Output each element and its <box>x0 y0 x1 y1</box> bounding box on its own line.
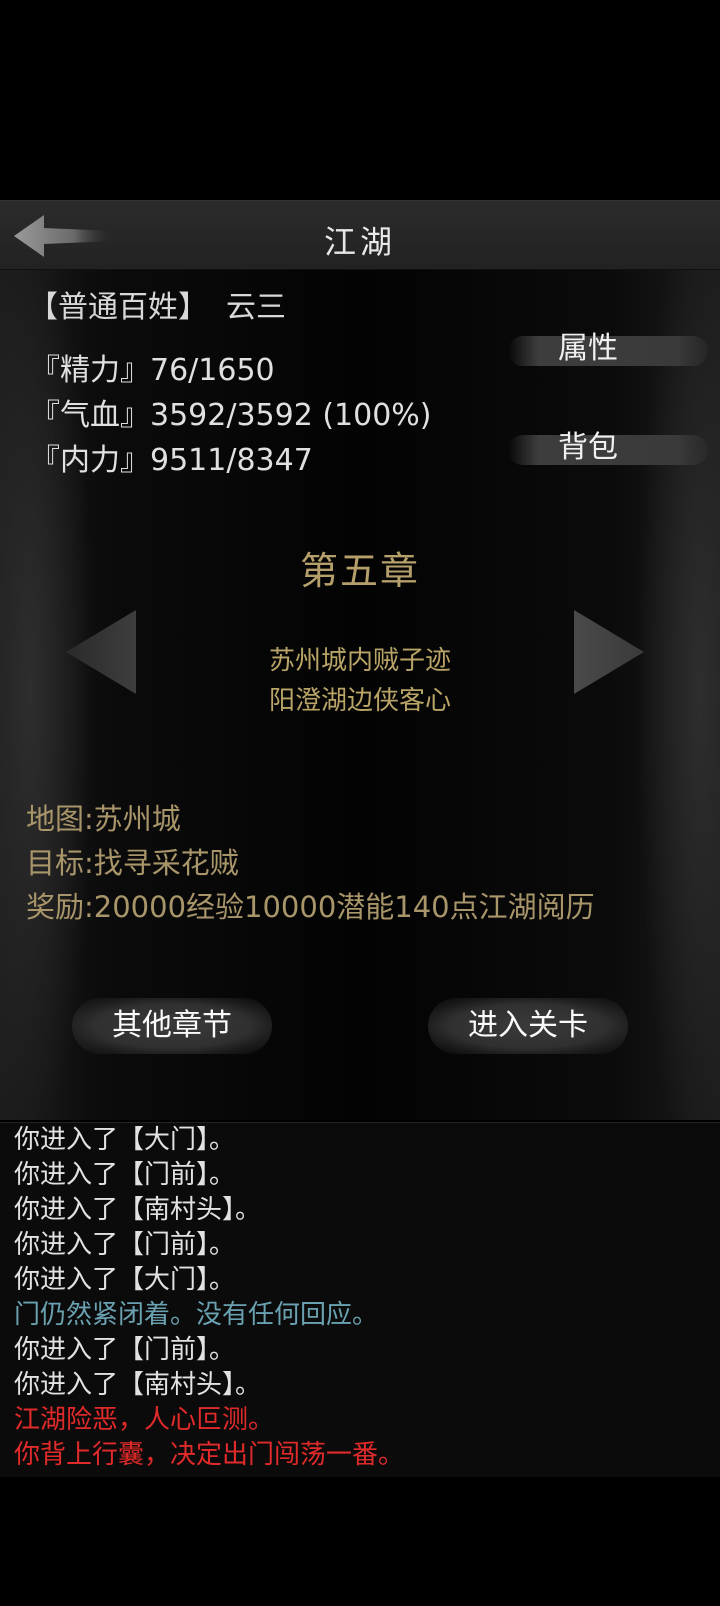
enter-level-button[interactable]: 进入关卡 <box>428 998 628 1054</box>
map-info: 地图:苏州城 <box>26 802 181 836</box>
attributes-button[interactable]: 属性 <box>508 334 708 366</box>
log-line: 你进入了【南村头】。 <box>14 1370 262 1400</box>
player-rank: 【普通百姓】 <box>28 290 208 325</box>
triangle-right-icon <box>574 610 644 694</box>
log-line: 你进入了【门前】。 <box>14 1335 236 1365</box>
goal-info: 目标:找寻采花贼 <box>26 846 239 880</box>
stat-health: 『气血』3592/3592 (100%) <box>30 390 432 434</box>
top-bar: 江湖 <box>0 200 720 270</box>
stat-internal-power: 『内力』9511/8347 <box>30 435 313 479</box>
log-line: 你进入了【南村头】。 <box>14 1195 262 1225</box>
log-line: 你进入了【大门】。 <box>14 1265 236 1295</box>
log-line: 你进入了【门前】。 <box>14 1160 236 1190</box>
player-name: 云三 <box>226 290 286 325</box>
log-line: 你进入了【门前】。 <box>14 1230 236 1260</box>
player-info: 【普通百姓】 云三 <box>28 282 286 326</box>
stat-value: 76/1650 <box>150 353 275 388</box>
other-chapters-label: 其他章节 <box>112 1008 232 1043</box>
stat-value: 9511/8347 <box>150 443 313 478</box>
stat-value: 3592/3592 (100%) <box>150 398 432 433</box>
attributes-button-label: 属性 <box>558 331 618 366</box>
page-title: 江湖 <box>323 223 396 261</box>
stat-energy: 『精力』76/1650 <box>30 345 275 389</box>
stat-label: 『气血』 <box>30 398 150 433</box>
screen: 江湖 【普通百姓】 云三 『精力』76/1650 『气血』3592/3592 (1… <box>0 0 720 1606</box>
stat-label: 『精力』 <box>30 353 150 388</box>
other-chapters-button[interactable]: 其他章节 <box>72 998 272 1054</box>
bag-button-label: 背包 <box>558 430 618 465</box>
stat-label: 『内力』 <box>30 443 150 478</box>
log-line: 江湖险恶，人心叵测。 <box>14 1405 275 1435</box>
message-log: 你进入了【大门】。 你进入了【门前】。 你进入了【南村头】。 你进入了【门前】。 你进入… <box>0 1122 720 1477</box>
chapter-title: 第五章 <box>299 549 420 593</box>
log-line: 你背上行囊，决定出门闯荡一番。 <box>14 1440 405 1470</box>
next-chapter-button[interactable] <box>568 608 648 698</box>
log-line: 你进入了【大门】。 <box>14 1125 236 1155</box>
reward-info: 奖励:20000经验10000潜能140点江湖阅历 <box>26 890 595 924</box>
bag-button[interactable]: 背包 <box>508 433 708 465</box>
log-line: 门仍然紧闭着。没有任何回应。 <box>14 1300 379 1330</box>
enter-level-label: 进入关卡 <box>468 1008 588 1043</box>
